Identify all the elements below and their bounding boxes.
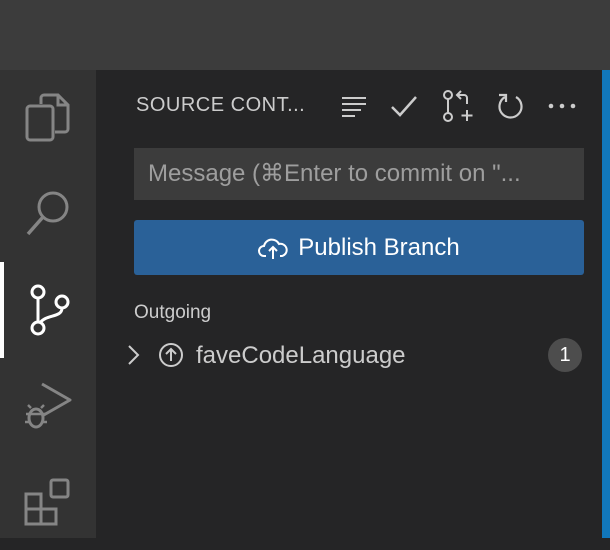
publish-branch-button[interactable]: Publish Branch: [134, 220, 584, 275]
chevron-right-icon[interactable]: [126, 344, 140, 366]
activity-files[interactable]: [0, 70, 96, 166]
extensions-icon: [24, 478, 70, 526]
run-debug-icon: [25, 382, 72, 429]
commit-button[interactable]: [386, 88, 422, 124]
outgoing-section-label: Outgoing: [134, 302, 212, 323]
activity-run-debug[interactable]: [0, 358, 96, 454]
refresh-button[interactable]: [492, 88, 528, 124]
activity-search[interactable]: [0, 166, 96, 262]
more-icon: [548, 103, 576, 109]
view-as-list-button[interactable]: [336, 88, 372, 124]
refresh-icon: [498, 93, 523, 119]
cloud-upload-icon: [258, 238, 288, 259]
activity-extensions[interactable]: [0, 454, 96, 550]
pull-request-button[interactable]: [440, 88, 476, 124]
outgoing-item[interactable]: faveCodeLanguage 1: [96, 336, 602, 376]
commit-count-badge: 1: [548, 338, 582, 372]
more-actions-button[interactable]: [544, 88, 580, 124]
pull-request-icon: [443, 90, 473, 122]
commit-message-input[interactable]: [134, 148, 584, 200]
check-icon: [391, 96, 417, 117]
list-icon: [342, 97, 366, 117]
source-control-icon: [30, 284, 70, 336]
files-icon: [25, 93, 70, 142]
sash-highlight[interactable]: [602, 70, 610, 538]
activity-source-control[interactable]: [0, 262, 96, 358]
publish-branch-label: Publish Branch: [298, 233, 460, 261]
branch-name: faveCodeLanguage: [196, 342, 406, 369]
panel-header: SOURCE CONT...: [96, 70, 602, 140]
panel-title: SOURCE CONT...: [136, 94, 306, 116]
arrow-up-circle-icon: [159, 343, 183, 367]
title-bar: [0, 0, 610, 70]
source-control-panel: SOURCE CONT... Message (⌘Enter to commit…: [96, 70, 602, 538]
activity-bar: [0, 70, 96, 538]
search-icon: [26, 191, 69, 236]
